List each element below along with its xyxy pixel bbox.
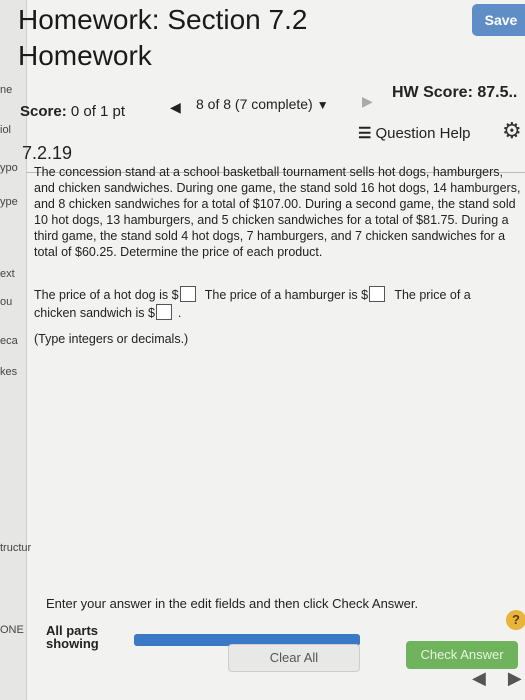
left-fragment: ext xyxy=(0,268,15,280)
bottom-next-icon[interactable]: ▶ xyxy=(508,668,525,688)
gear-icon[interactable]: ⚙ xyxy=(502,118,522,144)
save-button[interactable]: Save xyxy=(472,4,525,36)
question-help-button[interactable]: ☰ Question Help xyxy=(358,124,471,142)
clear-all-button[interactable]: Clear All xyxy=(228,644,360,672)
score-value: 0 of 1 pt xyxy=(70,103,126,120)
title-line-2: Homework xyxy=(18,40,152,71)
left-fragment: kes xyxy=(0,366,18,378)
hot-dog-price-input[interactable] xyxy=(179,286,196,302)
left-fragment: ne xyxy=(0,84,13,96)
hot-dog-label: The price of a hot dog is $ xyxy=(34,288,179,302)
bottom-prev-icon[interactable]: ◀ xyxy=(472,668,508,688)
question-number: 7.2.19 xyxy=(22,143,73,163)
answer-period: . xyxy=(177,306,182,320)
chicken-sandwich-price-input[interactable] xyxy=(155,304,172,320)
parts-toggle[interactable]: All parts showing xyxy=(46,624,99,650)
next-question-button[interactable]: ▶ xyxy=(362,93,373,110)
problem-text: The concession stand at a school basketb… xyxy=(34,165,521,259)
question-selector[interactable]: 8 of 8 (7 complete) ▼ xyxy=(196,96,329,112)
left-fragment: tructur xyxy=(0,542,32,554)
left-fragment: ype xyxy=(0,196,18,208)
left-fragment: ONE xyxy=(0,624,24,636)
parts-line-2: showing xyxy=(46,636,99,651)
score-label: Score: xyxy=(20,103,67,120)
help-icon[interactable]: ? xyxy=(506,610,525,630)
previous-question-button[interactable]: ◀ xyxy=(170,99,181,116)
arrow-right-icon: ▶ xyxy=(362,93,373,109)
left-fragment: ypo xyxy=(0,162,18,174)
hw-score: HW Score: 87.5.. xyxy=(392,84,518,101)
arrow-left-icon: ◀ xyxy=(170,99,181,115)
instruction-text: Enter your answer in the edit fields and… xyxy=(46,596,419,611)
score: Score: 0 of 1 pt xyxy=(20,103,125,120)
left-fragment: eca xyxy=(0,335,18,347)
bottom-navigation: ◀▶ xyxy=(472,668,525,689)
answer-area: The price of a hot dog is $ The price of… xyxy=(34,286,504,322)
caret-down-icon: ▼ xyxy=(316,98,329,112)
list-icon: ☰ xyxy=(358,125,372,142)
left-fragment: iol xyxy=(0,124,12,136)
question-position: 8 of 8 (7 complete) xyxy=(196,96,313,112)
answer-hint: (Type integers or decimals.) xyxy=(34,332,189,346)
question-help-label: Question Help xyxy=(375,125,471,142)
page-title: Homework: Section 7.2 Homework xyxy=(18,2,307,74)
title-line-1: Homework: Section 7.2 xyxy=(18,4,308,35)
hamburger-price-input[interactable] xyxy=(369,286,386,302)
hamburger-label: The price of a hamburger is $ xyxy=(204,288,369,302)
left-fragment: ou xyxy=(0,296,13,308)
check-answer-button[interactable]: Check Answer xyxy=(406,641,518,669)
